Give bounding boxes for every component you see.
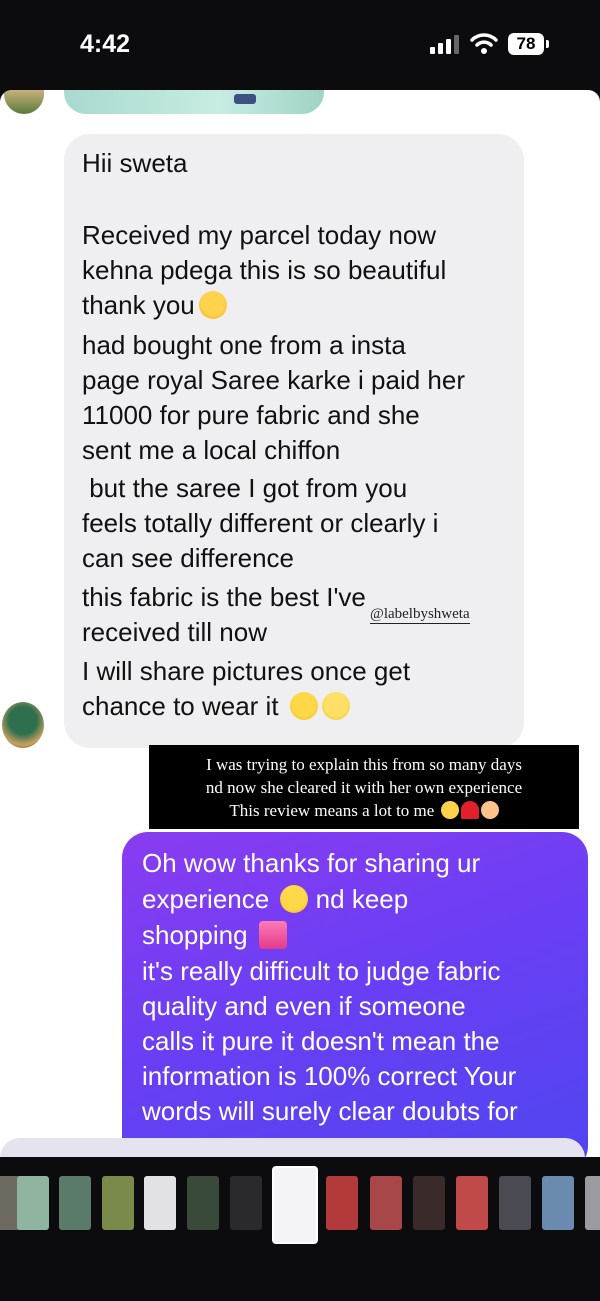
thumbnail[interactable]	[144, 1176, 176, 1230]
smile-emoji-icon	[289, 692, 318, 720]
message-input[interactable]	[0, 1138, 585, 1157]
status-bar: 4:42 78	[0, 0, 600, 90]
watermark-label: @labelbyshweta	[370, 606, 470, 624]
thumbnail[interactable]	[542, 1176, 574, 1230]
wifi-icon	[470, 33, 498, 54]
shopping-bags-icon	[258, 921, 287, 949]
message-line: feels totally different or clearly i	[82, 508, 439, 538]
blush-emoji-icon	[280, 885, 309, 913]
message-line: Hii sweta	[82, 148, 188, 178]
caption-line: This review means a lot to me	[149, 799, 579, 822]
battery-level: 78	[516, 34, 536, 53]
thumbnail[interactable]	[230, 1176, 262, 1230]
sender-avatar[interactable]	[2, 702, 44, 748]
message-line: received till now	[82, 617, 267, 647]
thumbnail[interactable]	[102, 1176, 134, 1230]
message-line: calls it pure it doesn't mean the	[142, 1026, 500, 1056]
star-struck-emoji-icon	[198, 291, 227, 319]
caption-line: I was trying to explain this from so man…	[206, 755, 522, 774]
caption-overlay: I was trying to explain this from so man…	[149, 745, 579, 829]
message-line: chance to wear it	[82, 691, 350, 722]
avatar[interactable]	[4, 90, 44, 114]
message-line: shopping	[142, 920, 287, 951]
incoming-message-bubble[interactable]: Hii sweta Received my parcel today now k…	[64, 134, 524, 748]
message-line: information is 100% correct Your	[142, 1061, 517, 1091]
message-line: it's really difficult to judge fabric	[142, 956, 501, 986]
message-line: can see difference	[82, 543, 294, 573]
chat-thread[interactable]: Hii sweta Received my parcel today now k…	[0, 90, 600, 1157]
thumbnail[interactable]	[17, 1176, 49, 1230]
thumbnail[interactable]	[59, 1176, 91, 1230]
cellular-signal-icon	[430, 35, 459, 54]
outgoing-message-bubble[interactable]: Oh wow thanks for sharing ur experience …	[122, 832, 588, 1157]
message-line: experience nd keep	[142, 884, 409, 914]
thumbnail[interactable]	[326, 1176, 358, 1230]
heart-hands-icon	[480, 801, 499, 819]
clock: 4:42	[80, 30, 131, 58]
composer[interactable]	[0, 1138, 600, 1157]
message-line: words will surely clear doubts for	[142, 1096, 518, 1126]
thumbnail[interactable]	[456, 1176, 488, 1230]
message-line: page royal Saree karke i paid her	[82, 365, 466, 395]
message-line: I will share pictures once get	[82, 656, 411, 686]
teary-emoji-icon	[440, 801, 459, 819]
message-line: thank you	[82, 290, 227, 321]
message-line: 11000 for pure fabric and she	[82, 400, 420, 430]
relieved-emoji-icon	[321, 692, 350, 720]
caption-line: nd now she cleared it with her own exper…	[205, 778, 523, 797]
thumbnail[interactable]	[413, 1176, 445, 1230]
message-line: but the saree I got from you	[82, 473, 408, 503]
message-line: quality and even if someone	[142, 991, 466, 1021]
message-line: kehna pdega this is so beautiful	[82, 255, 447, 285]
message-line: Oh wow thanks for sharing ur	[142, 848, 481, 878]
thumbnail[interactable]	[187, 1176, 219, 1230]
shared-image[interactable]	[64, 90, 324, 114]
heart-icon	[460, 801, 479, 819]
message-line: sent me a local chiffon	[82, 435, 341, 465]
battery-icon: 78	[508, 33, 544, 55]
battery-nub	[546, 40, 549, 48]
thumbnail[interactable]	[585, 1176, 600, 1230]
message-line: had bought one from a insta	[82, 330, 406, 360]
thumbnail[interactable]	[499, 1176, 531, 1230]
image-detail	[234, 94, 256, 104]
message-line: this fabric is the best I've	[82, 582, 366, 612]
thumbnail-strip[interactable]	[0, 1157, 600, 1301]
thumbnail-selected[interactable]	[272, 1166, 318, 1244]
thumbnail[interactable]	[370, 1176, 402, 1230]
message-line: Received my parcel today now	[82, 220, 437, 250]
